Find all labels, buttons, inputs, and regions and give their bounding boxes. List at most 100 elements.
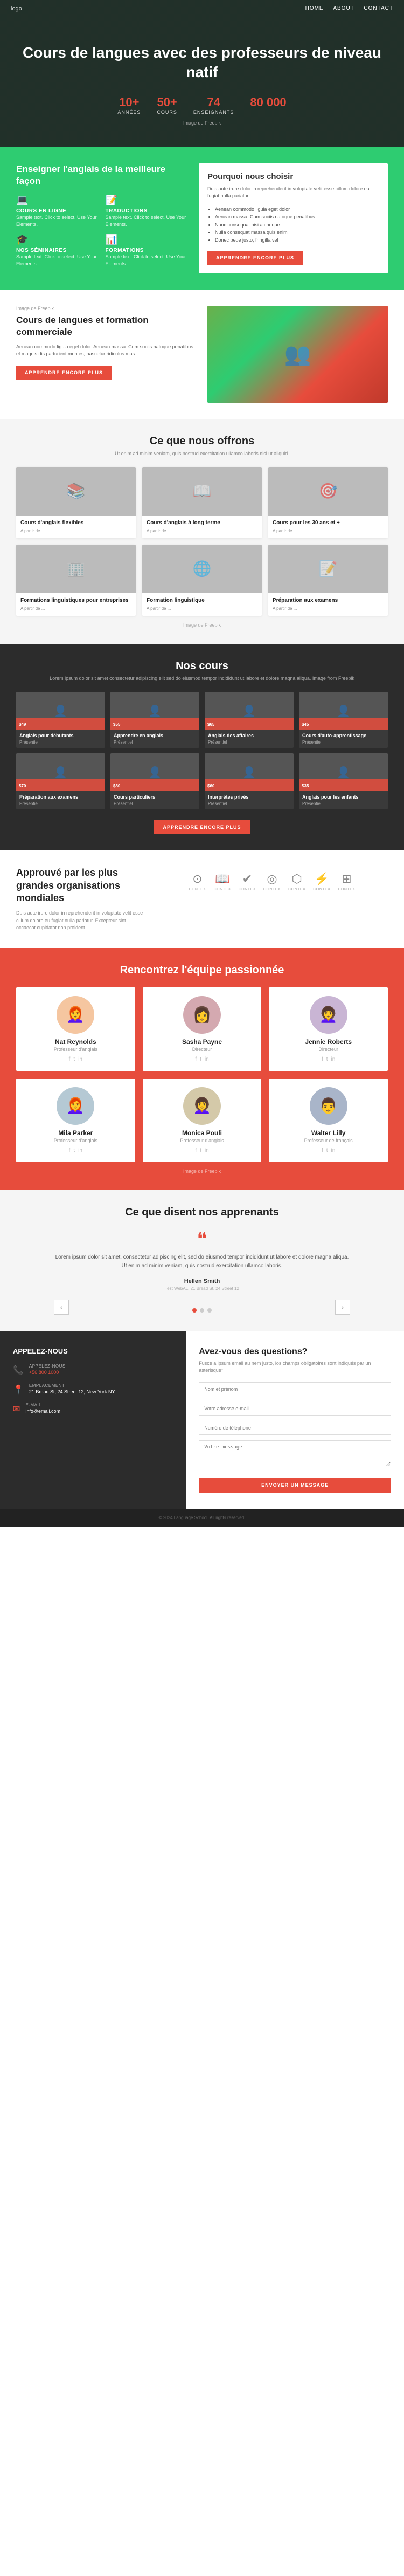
instagram-icon-4[interactable]: in — [205, 1148, 209, 1153]
member-0-socials[interactable]: f t in — [23, 1056, 129, 1062]
hero-title: Cours de langues avec des professeurs de… — [22, 43, 382, 83]
prev-arrow[interactable]: ‹ — [54, 1300, 69, 1315]
instagram-icon-5[interactable]: in — [331, 1148, 336, 1153]
email-label: E-MAIL — [25, 1403, 60, 1407]
member-1-socials[interactable]: f t in — [149, 1056, 255, 1062]
logo-label-5: CONTEX — [313, 888, 330, 891]
contact-left-title: APPELEZ-NOUS — [13, 1347, 173, 1355]
cours-langues-left: Image de Freepik Cours de langues et for… — [16, 306, 207, 380]
email-input[interactable] — [199, 1402, 391, 1416]
cours-card-7-body: Anglais pour les enfants Présentiel — [299, 791, 388, 809]
footer-text: © 2024 Language School. All rights reser… — [16, 1515, 388, 1520]
facebook-icon-1[interactable]: f — [195, 1056, 197, 1062]
instagram-icon-0[interactable]: in — [78, 1056, 82, 1062]
nos-cours-btn-container: APPRENDRE ENCORE PLUS — [16, 820, 388, 834]
facebook-icon-4[interactable]: f — [195, 1148, 197, 1153]
logo-label-3: CONTEX — [263, 888, 281, 891]
main-nav[interactable]: HOME ABOUT CONTACT — [298, 5, 393, 11]
equipe-card-1: 👩 Sasha Payne Directeur f t in — [143, 987, 262, 1071]
dot-2[interactable] — [207, 1308, 212, 1313]
phone-input[interactable] — [199, 1421, 391, 1435]
message-textarea[interactable] — [199, 1440, 391, 1467]
twitter-icon-4[interactable]: t — [200, 1148, 201, 1153]
next-arrow[interactable]: › — [335, 1300, 350, 1315]
nav-home[interactable]: HOME — [305, 5, 324, 11]
cours-card-3-info: Présentiel — [302, 740, 385, 745]
logo-label-0: CONTEX — [189, 888, 206, 891]
hero-section: logo HOME ABOUT CONTACT Cours de langues… — [0, 0, 404, 147]
facebook-icon-5[interactable]: f — [322, 1148, 323, 1153]
instagram-icon-3[interactable]: in — [78, 1148, 82, 1153]
submit-button[interactable]: ENVOYER UN MESSAGE — [199, 1478, 391, 1493]
instagram-icon-1[interactable]: in — [205, 1056, 209, 1062]
green-grid: 💻 COURS EN LIGNE Sample text. Click to s… — [16, 195, 188, 267]
cours-card-2-body: Anglais des affaires Présentiel — [205, 730, 294, 748]
green-item-2: 🎓 NOS SÉMINAIRES Sample text. Click to s… — [16, 234, 99, 267]
offrons-card-3-image: 🏢 — [16, 545, 136, 593]
member-2-socials[interactable]: f t in — [275, 1056, 381, 1062]
learn-more-button-1[interactable]: APPRENDRE ENCORE PLUS — [207, 251, 303, 265]
offrons-card-0-title: Cours d'anglais flexibles — [20, 520, 131, 526]
approuve-left: Approuvé par les plus grandes organisati… — [16, 867, 145, 932]
facebook-icon-0[interactable]: f — [69, 1056, 71, 1062]
offrons-card-5-title: Préparation aux examens — [273, 597, 384, 603]
form-message-field[interactable] — [199, 1440, 391, 1470]
member-3-socials[interactable]: f t in — [23, 1148, 129, 1153]
seminaires-title: NOS SÉMINAIRES — [16, 248, 99, 253]
dot-0[interactable] — [192, 1308, 197, 1313]
stat-0: 10+ Années — [117, 95, 141, 115]
cours-card-1-image: 👤 $55 — [110, 692, 199, 730]
logo-icon-5: ⚡ — [315, 872, 329, 886]
offrons-card-2-title: Cours pour les 30 ans et + — [273, 520, 384, 526]
quote-author: Hellen Smith — [54, 1278, 350, 1284]
avatar-2: 👩‍🦱 — [310, 996, 347, 1034]
green-item-0: 💻 COURS EN LIGNE Sample text. Click to s… — [16, 195, 99, 228]
offrons-card-3-title: Formations linguistiques pour entreprise… — [20, 597, 131, 603]
twitter-icon-0[interactable]: t — [73, 1056, 75, 1062]
seminaires-icon: 🎓 — [16, 234, 99, 245]
twitter-icon-3[interactable]: t — [73, 1148, 75, 1153]
nav-about[interactable]: ABOUT — [333, 5, 354, 11]
form-email-field[interactable] — [199, 1402, 391, 1416]
twitter-icon-2[interactable]: t — [326, 1056, 328, 1062]
twitter-icon-5[interactable]: t — [326, 1148, 328, 1153]
member-5-socials[interactable]: f t in — [275, 1148, 381, 1153]
hero-stats: 10+ Années 50+ Cours 74 Enseignants 80 0… — [22, 95, 382, 115]
twitter-icon-1[interactable]: t — [200, 1056, 201, 1062]
logo-icon-6: ⊞ — [342, 872, 351, 886]
seminaires-text: Sample text. Click to select. Use Your E… — [16, 253, 99, 267]
instagram-icon-2[interactable]: in — [331, 1056, 336, 1062]
approuve-text: Duis aute irure dolor in reprehenderit i… — [16, 910, 145, 932]
equipe-card-3: 👩‍🦰 Mila Parker Professeur d'anglais f t… — [16, 1079, 135, 1162]
facebook-icon-3[interactable]: f — [69, 1148, 71, 1153]
quote-arrows[interactable]: ‹ › — [54, 1300, 350, 1315]
cours-langues-right: 👥 — [207, 306, 388, 403]
contact-email-item: ✉ E-MAIL info@email.com — [13, 1403, 173, 1414]
logo-icon-2: ✔ — [242, 872, 252, 886]
equipe-card-2: 👩‍🦱 Jennie Roberts Directeur f t in — [269, 987, 388, 1071]
logo-label-6: CONTEX — [338, 888, 355, 891]
member-4-socials[interactable]: f t in — [149, 1148, 255, 1153]
address-label: EMPLACEMENT — [29, 1383, 115, 1388]
form-name-field[interactable] — [199, 1382, 391, 1396]
name-input[interactable] — [199, 1382, 391, 1396]
learn-more-button-2[interactable]: APPRENDRE ENCORE PLUS — [16, 366, 112, 380]
logo-item-1: 📖 CONTEX — [214, 872, 231, 891]
learn-more-button-3[interactable]: APPRENDRE ENCORE PLUS — [154, 820, 249, 834]
offrons-subtitle: Ut enim ad minim veniam, quis nostrud ex… — [16, 451, 388, 456]
green-item-3: 📊 FORMATIONS Sample text. Click to selec… — [106, 234, 189, 267]
form-phone-field[interactable] — [199, 1421, 391, 1435]
avatar-4: 👩‍🦱 — [183, 1087, 221, 1125]
stat-1: 50+ Cours — [157, 95, 177, 115]
cours-card-3-title: Cours d'auto-apprentissage — [302, 733, 385, 738]
cours-card-1-title: Apprendre en anglais — [114, 733, 196, 738]
facebook-icon-2[interactable]: f — [322, 1056, 323, 1062]
dot-1[interactable] — [200, 1308, 204, 1313]
approuve-title: Approuvé par les plus grandes organisati… — [16, 867, 145, 904]
nav-contact[interactable]: CONTACT — [364, 5, 393, 11]
offrons-card-2-text: A partir de ... — [273, 528, 384, 534]
avatar-1: 👩 — [183, 996, 221, 1034]
cours-card-1-price: $55 — [113, 722, 120, 727]
stat-3: 80 000 — [250, 95, 286, 115]
offrons-card-4-title: Formation linguistique — [147, 597, 257, 603]
